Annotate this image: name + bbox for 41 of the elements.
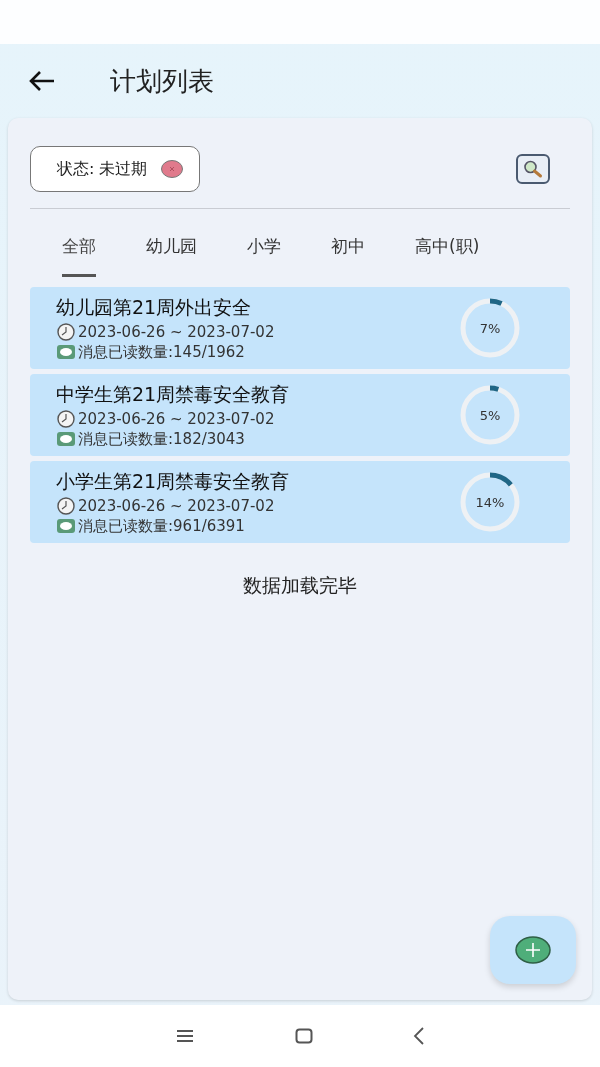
progress-ring [458,383,522,447]
read-count: 消息已读数量:961/6391 [78,516,245,536]
date-range: 2023-06-26 ~ 2023-07-02 [78,322,275,341]
message-icon [56,518,76,534]
back-arrow-icon[interactable] [28,69,56,93]
add-button[interactable] [490,916,576,984]
message-icon [56,431,76,447]
progress-percent: 14% [475,495,505,509]
plan-card[interactable]: 幼儿园第21周外出安全 2023-06-26 ~ 2023-07-02 消息已读数量:145/1962 7% [30,287,570,369]
message-icon [56,344,76,360]
add-icon [515,936,551,964]
progress-percent: 7% [479,321,501,335]
menu-icon[interactable] [175,1028,195,1044]
search-icon [522,159,544,179]
home-icon[interactable] [295,1028,313,1044]
clock-icon [56,322,76,341]
plan-title: 小学生第21周禁毒安全教育 [56,468,290,494]
page-title: 计划列表 [110,64,214,98]
progress-ring [458,470,522,534]
search-button[interactable] [516,154,550,184]
plan-title: 幼儿园第21周外出安全 [56,294,253,320]
date-range: 2023-06-26 ~ 2023-07-02 [78,409,275,428]
category-tab[interactable]: 初中 [331,229,365,277]
read-count: 消息已读数量:145/1962 [78,342,245,362]
progress-percent: 5% [479,408,501,422]
clear-icon[interactable] [161,160,184,178]
plan-title: 中学生第21周禁毒安全教育 [56,381,290,407]
plan-card[interactable]: 中学生第21周禁毒安全教育 2023-06-26 ~ 2023-07-02 消息已读数量:182/3043 5% [30,374,570,456]
date-range: 2023-06-26 ~ 2023-07-02 [78,496,275,515]
load-complete-text: 数据加载完毕 [242,573,358,598]
category-tab[interactable]: 幼儿园 [146,229,197,277]
read-count: 消息已读数量:182/3043 [78,429,245,449]
back-icon[interactable] [413,1027,425,1045]
plan-card[interactable]: 小学生第21周禁毒安全教育 2023-06-26 ~ 2023-07-02 消息已读数量:961/6391 14% [30,461,570,543]
clock-icon [56,409,76,428]
category-tab[interactable]: 小学 [247,229,281,277]
progress-ring [458,296,522,360]
status-filter-chip[interactable]: 状态: 未过期 [30,146,201,192]
clock-icon [56,496,76,515]
category-tab[interactable]: 全部 [62,229,96,277]
category-tab[interactable]: 高中(职) [415,229,480,277]
